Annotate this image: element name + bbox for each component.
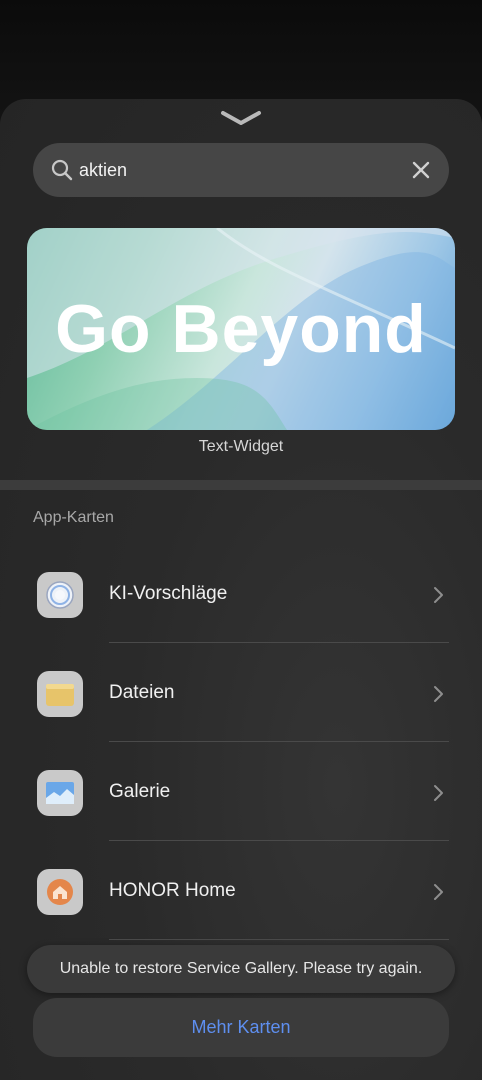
collapse-handle-icon[interactable] bbox=[219, 107, 263, 129]
folder-icon bbox=[46, 684, 74, 706]
app-icon bbox=[37, 671, 83, 717]
search-bar[interactable] bbox=[33, 143, 449, 197]
list-item-galerie[interactable]: Galerie bbox=[0, 743, 482, 841]
chevron-right-icon bbox=[434, 785, 443, 801]
error-toast: Unable to restore Service Gallery. Pleas… bbox=[27, 945, 455, 993]
list-divider bbox=[109, 840, 449, 841]
chevron-right-icon bbox=[434, 587, 443, 603]
more-cards-button[interactable]: Mehr Karten bbox=[33, 998, 449, 1057]
section-divider bbox=[0, 480, 482, 490]
close-icon[interactable] bbox=[411, 160, 431, 180]
service-gallery-sheet: Go Beyond Text-Widget App-Karten KI-Vors… bbox=[0, 99, 482, 1080]
list-item-label: HONOR Home bbox=[109, 880, 236, 901]
app-icon bbox=[37, 572, 83, 618]
gallery-icon bbox=[46, 782, 74, 804]
search-icon bbox=[51, 159, 73, 181]
widget-caption: Text-Widget bbox=[198, 438, 284, 455]
chevron-right-icon bbox=[434, 686, 443, 702]
list-item-ki-vorschlaege[interactable]: KI-Vorschläge bbox=[0, 545, 482, 643]
screen: Go Beyond Text-Widget App-Karten KI-Vors… bbox=[0, 0, 482, 1080]
list-item-honor-home[interactable]: HONOR Home bbox=[0, 842, 482, 940]
app-icon bbox=[37, 770, 83, 816]
widget-hero-text: Go Beyond bbox=[55, 291, 427, 367]
list-item-label: Galerie bbox=[109, 781, 171, 802]
list-item-label: KI-Vorschläge bbox=[109, 583, 228, 604]
home-icon bbox=[47, 879, 73, 905]
list-divider bbox=[109, 741, 449, 742]
chevron-right-icon bbox=[434, 884, 443, 900]
app-icon bbox=[37, 869, 83, 915]
list-divider bbox=[109, 939, 449, 940]
search-input[interactable] bbox=[79, 155, 399, 185]
list-item-label: Dateien bbox=[109, 682, 175, 703]
list-divider bbox=[109, 642, 449, 643]
text-widget-preview[interactable]: Go Beyond bbox=[27, 228, 455, 430]
section-title: App-Karten bbox=[33, 509, 114, 526]
ai-suggestions-icon bbox=[46, 581, 74, 609]
list-item-dateien[interactable]: Dateien bbox=[0, 644, 482, 742]
